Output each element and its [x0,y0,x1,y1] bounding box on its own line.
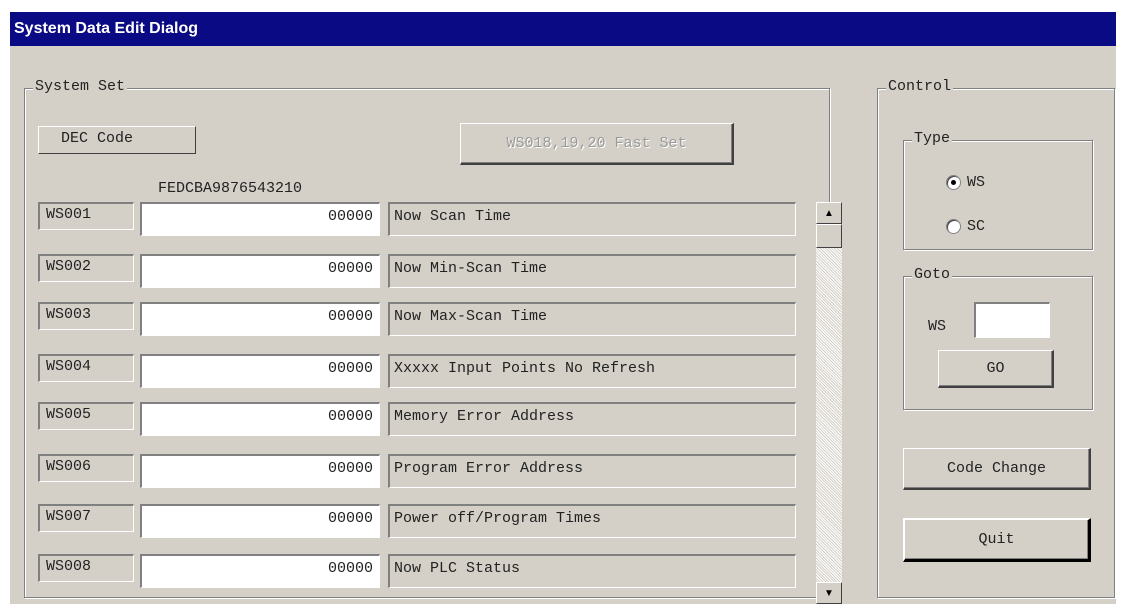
arrow-up-icon: ▲ [824,207,834,219]
go-button[interactable]: GO [938,350,1054,388]
register-description: Xxxxx Input Points No Refresh [388,354,796,388]
register-value-input[interactable]: 00000 [140,504,380,538]
quit-button[interactable]: Quit [903,518,1091,562]
goto-group: Goto [903,266,1093,410]
register-label: WS003 [38,302,134,330]
code-change-button[interactable]: Code Change [903,448,1091,490]
control-legend: Control [886,78,954,95]
arrow-down-icon: ▼ [824,587,834,599]
type-legend: Type [912,130,953,147]
register-label: WS002 [38,254,134,282]
scroll-thumb[interactable] [816,224,842,248]
register-description: Now Min-Scan Time [388,254,796,288]
register-value-input[interactable]: 00000 [140,402,380,436]
radio-ws-label: WS [967,174,986,191]
type-radio-sc[interactable]: SC [946,218,985,235]
register-label: WS004 [38,354,134,382]
vertical-scrollbar[interactable]: ▲ ▼ [816,202,842,604]
dec-code-label: DEC Code [38,126,196,154]
title-bar[interactable]: System Data Edit Dialog [10,12,1116,46]
register-label: WS008 [38,554,134,582]
goto-ws-input[interactable] [974,302,1050,338]
register-value-input[interactable]: 00000 [140,254,380,288]
register-description: Program Error Address [388,454,796,488]
scroll-down-button[interactable]: ▼ [816,582,842,604]
window-title: System Data Edit Dialog [14,20,199,37]
register-description: Power off/Program Times [388,504,796,538]
quit-label: Quit [978,531,1015,548]
register-value-input[interactable]: 00000 [140,202,380,236]
go-label: GO [986,360,1005,377]
radio-sc-label: SC [967,218,986,235]
fast-set-label: WS018,19,20 Fast Set [506,135,687,152]
goto-legend: Goto [912,266,953,283]
radio-unselected-icon [946,219,961,234]
register-value-input[interactable]: 00000 [140,454,380,488]
register-description: Now Scan Time [388,202,796,236]
register-description: Memory Error Address [388,402,796,436]
register-label: WS005 [38,402,134,430]
register-value-input[interactable]: 00000 [140,554,380,588]
register-description: Now PLC Status [388,554,796,588]
goto-field-label: WS [928,318,947,335]
register-label: WS007 [38,504,134,532]
register-description: Now Max-Scan Time [388,302,796,336]
bit-header: FEDCBA9876543210 [158,180,303,197]
scroll-up-button[interactable]: ▲ [816,202,842,224]
register-label: WS006 [38,454,134,482]
fast-set-button[interactable]: WS018,19,20 Fast Set [460,123,734,165]
radio-selected-icon [946,175,961,190]
type-radio-ws[interactable]: WS [946,174,985,191]
register-label: WS001 [38,202,134,230]
register-value-input[interactable]: 00000 [140,302,380,336]
register-value-input[interactable]: 00000 [140,354,380,388]
system-data-edit-dialog: System Data Edit Dialog System Set DEC C… [10,12,1116,604]
type-group: Type [903,130,1093,250]
code-change-label: Code Change [946,460,1047,477]
system-set-legend: System Set [33,78,128,95]
dec-code-text: DEC Code [61,130,134,147]
